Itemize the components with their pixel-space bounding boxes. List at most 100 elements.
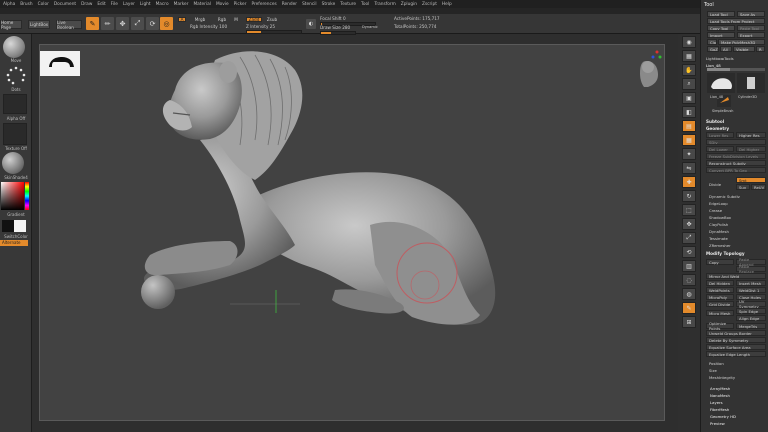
edit-button[interactable]: ✎ bbox=[86, 17, 99, 30]
ghost-button[interactable]: ◍ bbox=[682, 288, 696, 300]
move-button[interactable]: ✥ bbox=[116, 17, 129, 30]
edgeloop-section[interactable]: EdgeLoop bbox=[709, 201, 728, 206]
copy-topo-button[interactable]: Copy bbox=[706, 259, 734, 265]
sdiv-slider[interactable]: SDiv bbox=[706, 139, 766, 145]
nanomesh-section[interactable]: NanoMesh bbox=[710, 393, 730, 398]
z-intensity-slider[interactable] bbox=[246, 30, 302, 34]
hue-strip[interactable] bbox=[25, 182, 29, 210]
equalize-edge-length-button[interactable]: Equalize Edge Length bbox=[706, 351, 766, 357]
zremesher-section[interactable]: ZRemesher bbox=[709, 243, 731, 248]
del-higher-button[interactable]: Del Higher bbox=[736, 146, 766, 152]
menu-item-edit[interactable]: Edit bbox=[97, 2, 105, 7]
tab-home-page[interactable]: Home Page bbox=[0, 20, 22, 30]
preview-section[interactable]: Preview bbox=[710, 421, 725, 426]
scale-view-button[interactable]: ⤢ bbox=[682, 232, 696, 244]
menu-item-brush[interactable]: Brush bbox=[20, 2, 32, 7]
welddist-slider[interactable]: WeldDist 1 bbox=[736, 287, 766, 293]
dynamesh-section[interactable]: DynaMesh bbox=[709, 229, 729, 234]
menu-item-movie[interactable]: Movie bbox=[216, 2, 229, 7]
make-polymesh-button[interactable]: Make PolyMesh3D bbox=[718, 39, 765, 45]
divide-button[interactable]: Divide bbox=[709, 182, 721, 187]
menu-item-render[interactable]: Render bbox=[282, 2, 297, 7]
rotate-axis-button[interactable]: ↻ bbox=[682, 190, 696, 202]
menu-item-stroke[interactable]: Stroke bbox=[322, 2, 336, 7]
tool-thumbnails[interactable] bbox=[707, 73, 765, 109]
menu-item-zscript[interactable]: Zscript bbox=[422, 2, 437, 7]
spin-edge-button[interactable]: Spin Edge bbox=[736, 308, 766, 314]
zoom-button[interactable]: ⌕ bbox=[682, 78, 696, 90]
reuv-toggle[interactable]: ReUV bbox=[751, 184, 766, 190]
save-as-button[interactable]: Save As bbox=[737, 11, 765, 17]
convert-bpr-button[interactable]: Convert BPR To Geo bbox=[706, 167, 766, 173]
xpose-button[interactable]: ⊞ bbox=[682, 316, 696, 328]
dynamic-toggle[interactable]: Dynamic bbox=[362, 25, 378, 30]
menu-item-transform[interactable]: Transform bbox=[374, 2, 395, 7]
actual-button[interactable]: ▣ bbox=[682, 92, 696, 104]
primary-color-swatch[interactable] bbox=[2, 220, 14, 232]
mergetris-button[interactable]: MergeTris bbox=[736, 323, 766, 329]
paste-replace-button[interactable]: Paste Replace bbox=[736, 264, 766, 274]
micropoly-button[interactable]: MicroPoly bbox=[706, 294, 734, 300]
menu-item-texture[interactable]: Texture bbox=[340, 2, 356, 7]
move-view-button[interactable]: ✥ bbox=[682, 218, 696, 230]
menu-item-help[interactable]: Help bbox=[442, 2, 452, 7]
load-tools-from-project-button[interactable]: Load Tools From Project bbox=[707, 18, 765, 24]
mrgb-button[interactable]: Mrgb bbox=[190, 17, 210, 22]
focal-icon-button[interactable]: ◐ bbox=[306, 19, 316, 29]
menu-item-material[interactable]: Material bbox=[193, 2, 210, 7]
color-picker[interactable] bbox=[1, 182, 24, 210]
menu-item-layer[interactable]: Layer bbox=[123, 2, 135, 7]
reconstruct-subdiv-button[interactable]: Reconstruct Subdiv bbox=[706, 160, 766, 166]
clone-button[interactable]: Clone bbox=[707, 39, 717, 45]
uv-symmetry-button[interactable]: UV Symmetry bbox=[736, 299, 766, 309]
linefill-button[interactable]: ▥ bbox=[682, 260, 696, 272]
align-edge-button[interactable]: Align Edge bbox=[736, 315, 766, 321]
smt-toggle[interactable]: Smt bbox=[736, 177, 766, 183]
solo-button[interactable]: ✎ bbox=[682, 302, 696, 314]
menu-item-preferences[interactable]: Preferences bbox=[251, 2, 276, 7]
transp-button[interactable]: ◌ bbox=[682, 274, 696, 286]
alpha-thumbnail[interactable] bbox=[3, 94, 27, 114]
meshintegrity-section[interactable]: MeshIntegrity bbox=[709, 375, 735, 380]
geometry-section[interactable]: Geometry bbox=[706, 126, 729, 131]
sphere-ball[interactable] bbox=[141, 275, 175, 309]
frame-button[interactable]: ⬚ bbox=[682, 204, 696, 216]
menu-item-macro[interactable]: Macro bbox=[156, 2, 169, 7]
tab-live-boolean[interactable]: Live Boolean bbox=[56, 20, 82, 30]
shadowbox-section[interactable]: ShadowBox bbox=[709, 215, 731, 220]
paste-tool-button[interactable]: Paste Tool bbox=[737, 25, 765, 31]
visible-button[interactable]: Visible bbox=[733, 46, 755, 52]
mirror-and-weld-button[interactable]: Mirror And Weld bbox=[706, 273, 766, 279]
menu-item-picker[interactable]: Picker bbox=[234, 2, 247, 7]
alternate-button[interactable]: Alternate bbox=[0, 240, 28, 246]
menu-item-alpha[interactable]: Alpha bbox=[3, 2, 15, 7]
menu-item-file[interactable]: File bbox=[111, 2, 118, 7]
equalize-surface-area-button[interactable]: Equalize Surface Area bbox=[706, 344, 766, 350]
draw-size-slider[interactable] bbox=[320, 31, 356, 35]
switch-color-label[interactable]: SwitchColor bbox=[0, 234, 32, 239]
persp-button[interactable]: ▤ bbox=[682, 120, 696, 132]
insert-mesh-button[interactable]: Insert Mesh bbox=[736, 280, 766, 286]
tool-slider[interactable] bbox=[707, 68, 765, 71]
modify-topology-section[interactable]: Modify Topology bbox=[706, 251, 745, 256]
canvas-viewport[interactable] bbox=[39, 44, 665, 421]
m-button[interactable]: M bbox=[232, 17, 240, 22]
draw-button[interactable]: ✏ bbox=[101, 17, 114, 30]
delete-by-symmetry-button[interactable]: Delete By Symmetry bbox=[706, 337, 766, 343]
size-section[interactable]: Size bbox=[709, 368, 717, 373]
optimize-points-button[interactable]: Optimize Points bbox=[706, 321, 734, 331]
bpr-button[interactable]: ◉ bbox=[682, 36, 696, 48]
a-button[interactable]: A bbox=[178, 17, 186, 22]
brush-thumbnail[interactable] bbox=[3, 36, 25, 58]
lion-sculpt-canvas[interactable] bbox=[40, 45, 666, 422]
menu-item-tool[interactable]: Tool bbox=[361, 2, 369, 7]
stroke-dots-icon[interactable] bbox=[3, 64, 29, 88]
subtool-section[interactable]: Subtool bbox=[706, 119, 724, 124]
lion-model[interactable] bbox=[141, 51, 496, 325]
secondary-color-swatch[interactable] bbox=[14, 220, 26, 232]
zadd-button[interactable]: Zadd bbox=[246, 17, 262, 22]
scroll-button[interactable]: ✋ bbox=[682, 64, 696, 76]
menu-item-marker[interactable]: Marker bbox=[174, 2, 189, 7]
tessimate-section[interactable]: Tessimate bbox=[709, 236, 728, 241]
rotate-view-button[interactable]: ⟲ bbox=[682, 246, 696, 258]
